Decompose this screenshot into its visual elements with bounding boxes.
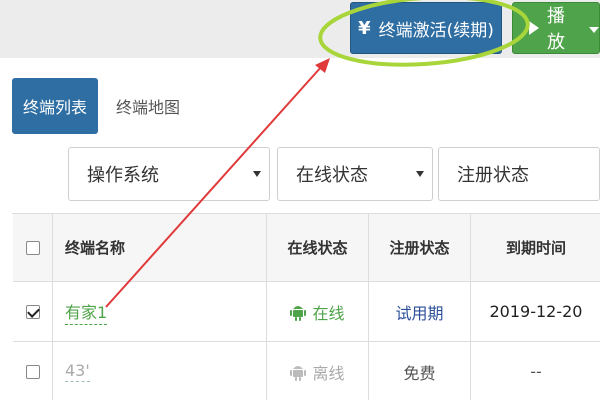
row-checkbox[interactable] xyxy=(25,364,40,379)
row-checkbox[interactable] xyxy=(25,304,40,319)
online-status-cell: 在线 xyxy=(267,282,369,341)
os-filter-select[interactable]: 操作系统 xyxy=(68,147,270,201)
table-header-row: 终端名称 在线状态 注册状态 到期时间 xyxy=(13,214,600,282)
online-status-filter-label: 在线状态 xyxy=(296,165,368,186)
online-status-cell: 离线 xyxy=(267,342,369,400)
row-checkbox-cell xyxy=(13,342,53,400)
android-icon xyxy=(290,365,307,381)
terminal-name-cell: 43' xyxy=(53,342,267,400)
header-expire-time[interactable]: 到期时间 xyxy=(471,214,600,281)
terminal-name-cell: 有家1 xyxy=(53,282,267,341)
table-row[interactable]: 43' 离线 免费 -- xyxy=(13,342,600,400)
yen-icon: ¥ xyxy=(358,17,371,39)
tab-terminal-map[interactable]: 终端地图 xyxy=(108,78,188,134)
expire-time-text: -- xyxy=(530,362,542,381)
terminal-name-link[interactable]: 43' xyxy=(65,361,90,382)
online-status-text: 离线 xyxy=(312,363,345,383)
terminal-activate-label: 终端激活(续期) xyxy=(378,20,494,41)
online-status-text: 在线 xyxy=(312,303,345,323)
header-terminal-name[interactable]: 终端名称 xyxy=(53,214,267,281)
register-status-text: 免费 xyxy=(403,363,436,383)
expire-time-cell: -- xyxy=(471,342,600,400)
register-status-filter-select[interactable]: 注册状态 xyxy=(438,147,600,201)
select-all-checkbox[interactable] xyxy=(25,240,40,255)
play-button[interactable]: 播放 xyxy=(512,2,600,54)
register-status-cell: 试用期 xyxy=(369,282,471,341)
expire-time-text: 2019-12-20 xyxy=(489,302,583,321)
header-register-status[interactable]: 注册状态 xyxy=(369,214,471,281)
top-toolbar: ¥ 终端激活(续期) 播放 xyxy=(0,0,600,58)
header-online-status[interactable]: 在线状态 xyxy=(267,214,369,281)
chevron-down-icon xyxy=(589,26,599,33)
play-icon xyxy=(529,21,539,35)
play-label: 播放 xyxy=(547,6,565,53)
terminal-table: 终端名称 在线状态 注册状态 到期时间 有家1 在线 试用期 2019-12-2… xyxy=(12,213,600,400)
dropdown-arrow-icon xyxy=(416,171,424,177)
register-status-text: 试用期 xyxy=(395,303,444,323)
tab-terminal-list[interactable]: 终端列表 xyxy=(12,78,98,134)
register-status-filter-label: 注册状态 xyxy=(457,165,529,186)
select-all-cell xyxy=(13,214,53,281)
tab-terminal-list-label: 终端列表 xyxy=(22,98,87,117)
terminal-activate-button[interactable]: ¥ 终端激活(续期) xyxy=(350,2,502,54)
row-checkbox-cell xyxy=(13,282,53,341)
tab-terminal-map-label: 终端地图 xyxy=(115,98,180,117)
dropdown-arrow-icon xyxy=(253,171,261,177)
android-icon xyxy=(290,305,307,321)
expire-time-cell: 2019-12-20 xyxy=(471,282,600,341)
os-filter-label: 操作系统 xyxy=(87,165,159,186)
terminal-name-link[interactable]: 有家1 xyxy=(65,299,108,325)
online-status-filter-select[interactable]: 在线状态 xyxy=(277,147,433,201)
annotation-arrow-head xyxy=(315,58,330,73)
register-status-cell: 免费 xyxy=(369,342,471,400)
table-row[interactable]: 有家1 在线 试用期 2019-12-20 xyxy=(13,282,600,342)
